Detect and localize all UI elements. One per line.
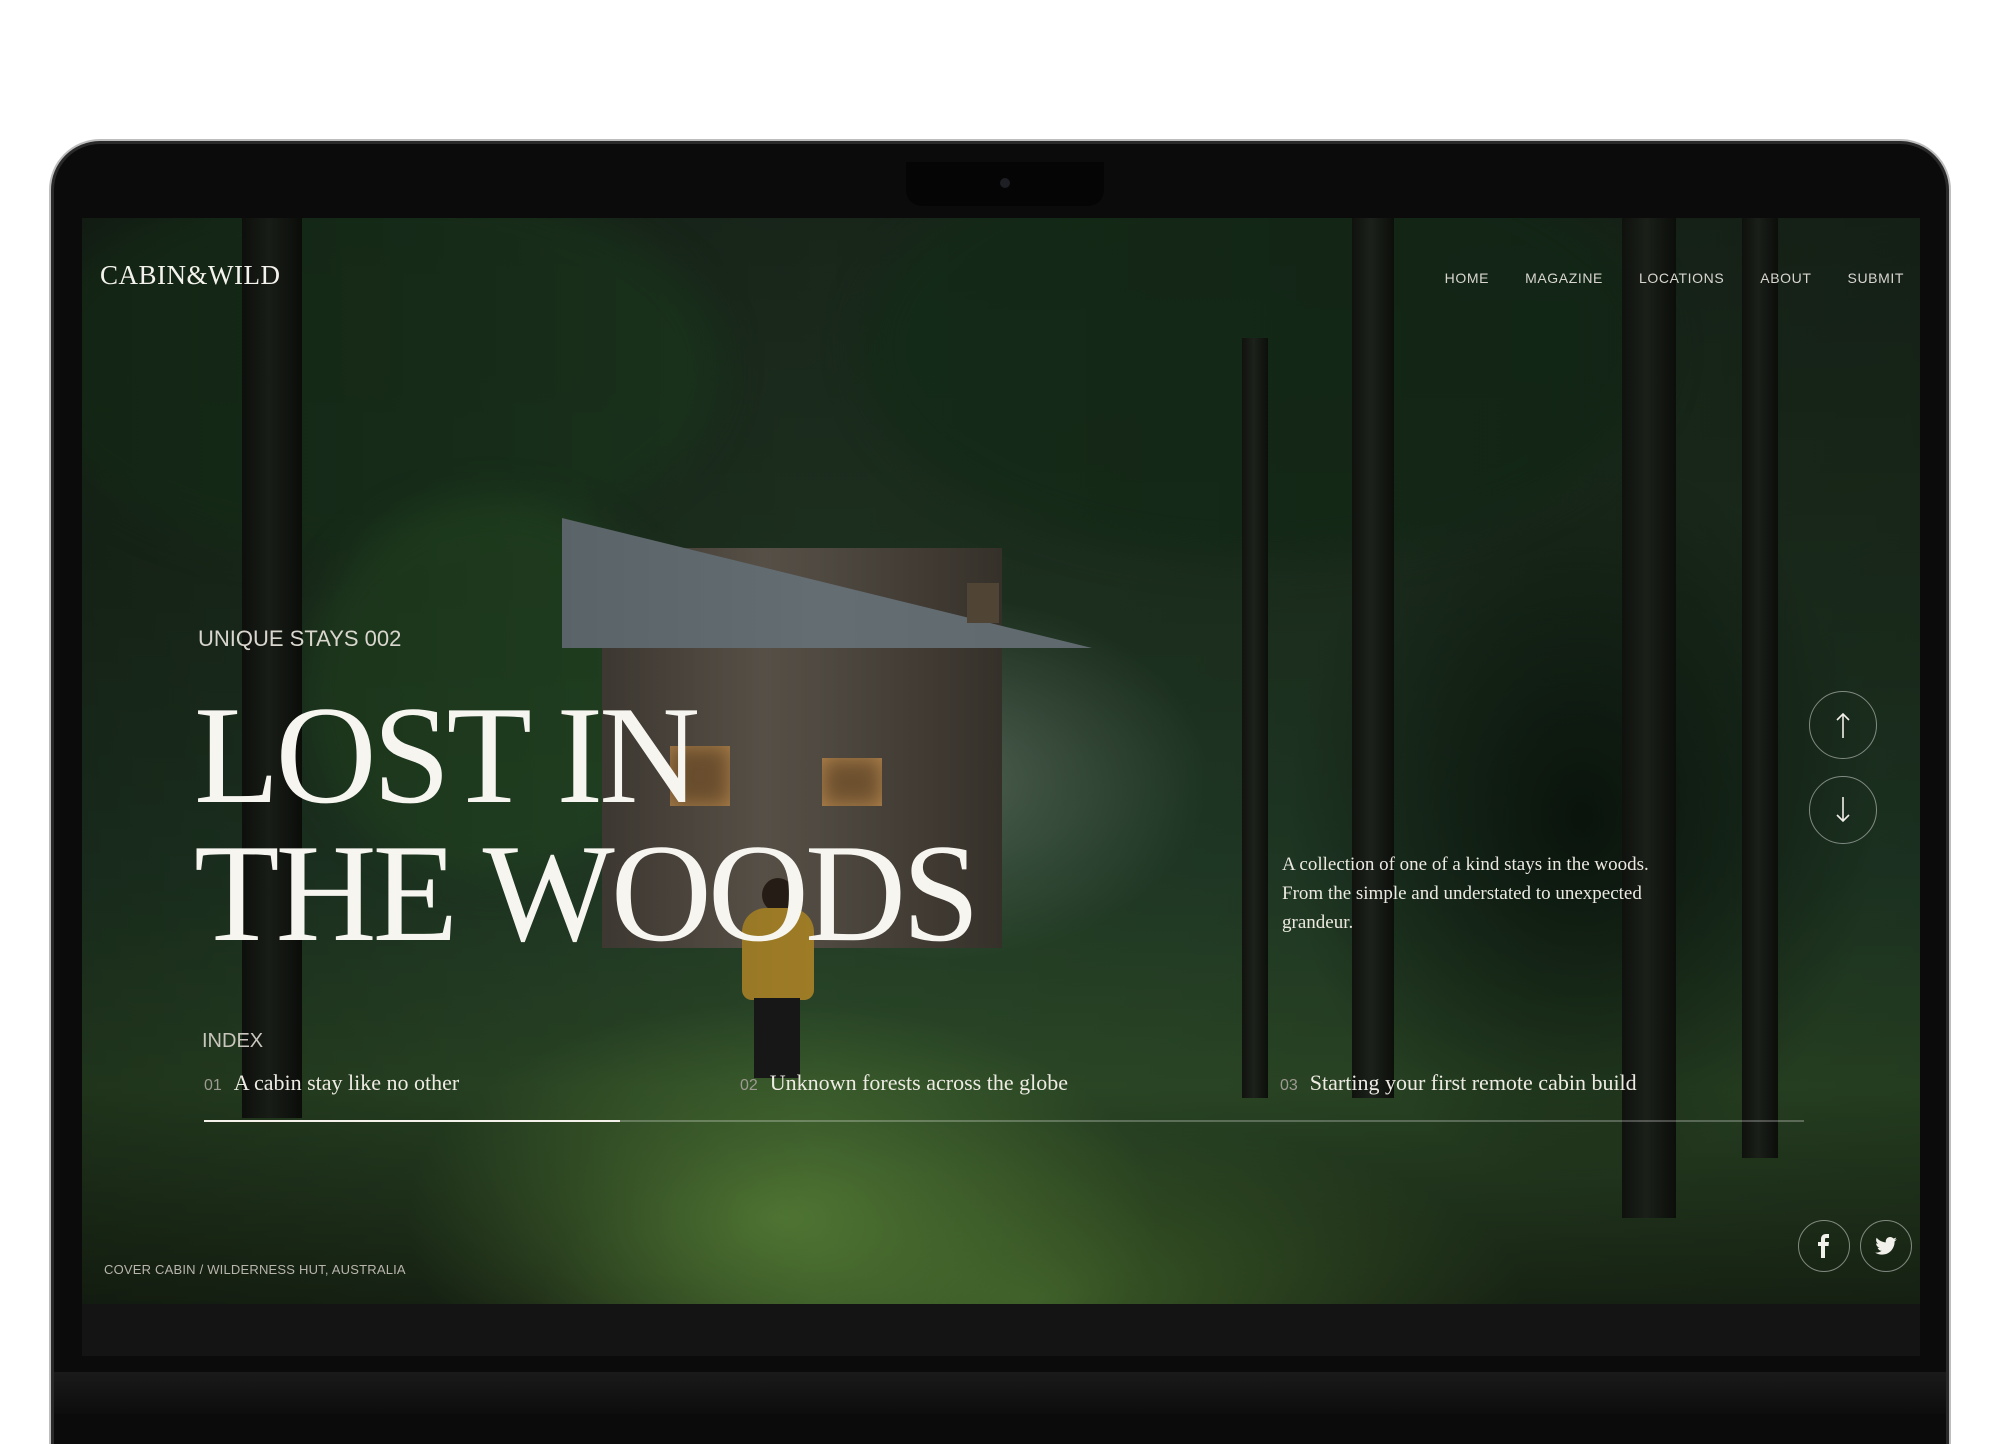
facebook-icon <box>1818 1234 1829 1258</box>
headline-line-2: THE WOODS <box>194 816 980 971</box>
scroll-up-button[interactable] <box>1809 691 1877 759</box>
nav-about[interactable]: ABOUT <box>1760 270 1811 286</box>
hero-screen: CABIN&WILD HOME MAGAZINE LOCATIONS ABOUT… <box>82 218 1920 1304</box>
site-logo[interactable]: CABIN&WILD <box>100 260 280 291</box>
nav-locations[interactable]: LOCATIONS <box>1639 270 1724 286</box>
index-progress-fill <box>204 1120 620 1122</box>
facebook-button[interactable] <box>1798 1220 1850 1272</box>
twitter-button[interactable] <box>1860 1220 1912 1272</box>
index-title: A cabin stay like no other <box>233 1070 460 1095</box>
scroll-down-button[interactable] <box>1809 776 1877 844</box>
arrow-down-icon <box>1836 797 1850 823</box>
index-item-3[interactable]: 03 Starting your first remote cabin build <box>1280 1070 1637 1096</box>
hero-headline: LOST IN THE WOODS <box>194 646 980 971</box>
nav-magazine[interactable]: MAGAZINE <box>1525 270 1603 286</box>
hero-description: A collection of one of a kind stays in t… <box>1282 854 1649 933</box>
index-number: 01 <box>204 1077 222 1094</box>
index-item-1[interactable]: 01 A cabin stay like no other <box>204 1070 459 1096</box>
index-number: 03 <box>1280 1077 1298 1094</box>
index-title: Unknown forests across the globe <box>769 1070 1068 1095</box>
index-item-2[interactable]: 02 Unknown forests across the globe <box>740 1070 1068 1096</box>
index-label: INDEX <box>202 1030 264 1052</box>
main-nav: HOME MAGAZINE LOCATIONS ABOUT SUBMIT <box>1445 270 1904 286</box>
screen-bottom-bezel <box>82 1304 1920 1356</box>
twitter-icon <box>1875 1237 1897 1255</box>
index-progress-track <box>204 1120 1804 1122</box>
nav-submit[interactable]: SUBMIT <box>1848 270 1905 286</box>
nav-home[interactable]: HOME <box>1445 270 1489 286</box>
arrow-up-icon <box>1836 712 1850 738</box>
cover-caption: COVER CABIN / WILDERNESS HUT, AUSTRALIA <box>104 1262 406 1277</box>
index-title: Starting your first remote cabin build <box>1309 1070 1637 1095</box>
camera-icon <box>1000 178 1010 188</box>
laptop-base <box>54 1372 1946 1414</box>
hero-ui: CABIN&WILD HOME MAGAZINE LOCATIONS ABOUT… <box>82 218 1920 1304</box>
headline-line-1: LOST IN <box>194 678 700 833</box>
index-number: 02 <box>740 1077 758 1094</box>
